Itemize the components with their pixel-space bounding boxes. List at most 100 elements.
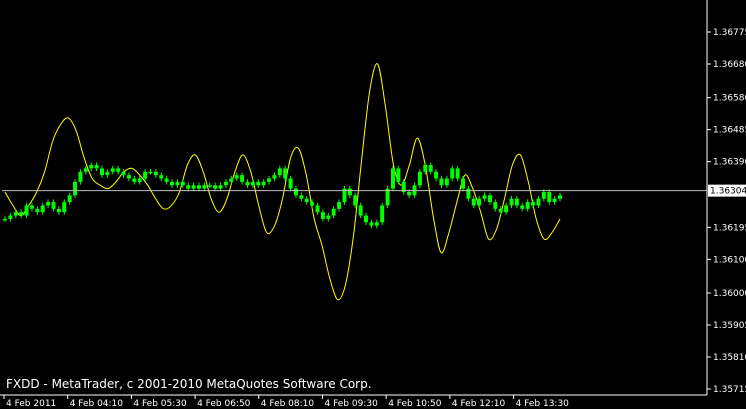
candle-body bbox=[493, 202, 498, 209]
candle-body bbox=[148, 171, 153, 174]
current-price-label: 1.36304 bbox=[710, 187, 746, 197]
candle-body bbox=[364, 215, 369, 223]
x-tick-label: 4 Feb 13:30 bbox=[516, 399, 570, 409]
candle-body bbox=[29, 205, 34, 209]
x-tick-label: 4 Feb 06:50 bbox=[197, 399, 251, 409]
candle-body bbox=[40, 205, 45, 213]
candle-body bbox=[396, 168, 401, 182]
x-tick-label: 4 Feb 2011 bbox=[6, 399, 56, 409]
candle-body bbox=[24, 205, 29, 216]
candle-body bbox=[256, 181, 261, 186]
candle-body bbox=[51, 202, 56, 209]
candle-body bbox=[143, 171, 148, 179]
candle-body bbox=[347, 188, 352, 196]
candle-body bbox=[170, 181, 175, 186]
candle-body bbox=[73, 181, 78, 196]
y-tick-label: 1.36390 bbox=[713, 158, 746, 168]
candle-body bbox=[380, 205, 385, 223]
x-tick-label: 4 Feb 12:10 bbox=[452, 399, 506, 409]
candle-body bbox=[137, 178, 142, 182]
candle-body bbox=[504, 205, 509, 213]
candle-body bbox=[153, 171, 158, 176]
y-tick-label: 1.36195 bbox=[713, 223, 746, 233]
y-tick-label: 1.36485 bbox=[713, 126, 746, 136]
candle-body bbox=[477, 198, 482, 206]
candle-body bbox=[245, 181, 250, 186]
x-tick-label: 4 Feb 04:10 bbox=[70, 399, 124, 409]
candle-body bbox=[8, 215, 13, 219]
candle-body bbox=[19, 212, 24, 216]
y-tick-label: 1.36000 bbox=[713, 289, 746, 299]
candle-body bbox=[531, 202, 536, 206]
candle-body bbox=[196, 185, 201, 189]
candle-body bbox=[110, 168, 115, 172]
candle-body bbox=[78, 171, 83, 182]
candle-body bbox=[444, 178, 449, 186]
candle-body bbox=[417, 171, 422, 186]
candle-body bbox=[121, 171, 126, 176]
candle-body bbox=[240, 175, 245, 182]
candle-body bbox=[471, 198, 476, 206]
candle-body bbox=[558, 195, 562, 199]
candle-body bbox=[288, 178, 293, 189]
y-tick-label: 1.36580 bbox=[713, 94, 746, 104]
candle-body bbox=[407, 191, 412, 196]
candle-body bbox=[374, 222, 379, 226]
chart-plot[interactable]: 1.36775 1.36680 1.36580 1.36485 1.36390 1.361… bbox=[0, 0, 746, 409]
candle-body bbox=[207, 185, 212, 187]
candle-body bbox=[229, 178, 234, 182]
copyright-text: FXDD - MetaTrader, c 2001-2010 MetaQuote… bbox=[6, 377, 372, 391]
candle-body bbox=[315, 205, 320, 213]
candle-body bbox=[175, 181, 180, 186]
candle-body bbox=[310, 202, 315, 206]
candle-body bbox=[423, 165, 428, 172]
candle-body bbox=[180, 181, 185, 186]
candle-body bbox=[536, 198, 541, 206]
axis-layer: 1.36775 1.36680 1.36580 1.36485 1.36390 1.361… bbox=[0, 0, 746, 409]
candle-body bbox=[439, 178, 444, 186]
candle-body bbox=[159, 175, 164, 179]
candle-body bbox=[62, 202, 67, 213]
candle-body bbox=[455, 168, 460, 179]
candle-body bbox=[3, 218, 7, 221]
candle-body bbox=[267, 178, 272, 182]
oscillator-layer bbox=[4, 63, 561, 301]
candle-body bbox=[547, 191, 552, 203]
candle-body bbox=[272, 175, 277, 179]
candle-body bbox=[498, 208, 503, 213]
x-tick-label: 4 Feb 10:50 bbox=[388, 399, 442, 409]
candle-body bbox=[331, 208, 336, 216]
candle-body bbox=[35, 208, 40, 213]
candle-body bbox=[552, 198, 557, 203]
candle-body bbox=[509, 198, 514, 206]
oscillator-series-line bbox=[4, 63, 561, 301]
candle-body bbox=[283, 168, 288, 179]
candle-body bbox=[461, 178, 466, 189]
candle-body bbox=[83, 168, 88, 172]
candle-body bbox=[132, 178, 137, 182]
candle-body bbox=[520, 205, 525, 209]
y-tick-label: 1.36680 bbox=[713, 60, 746, 70]
y-tick-label: 1.35715 bbox=[713, 385, 746, 395]
candle-body bbox=[94, 165, 99, 169]
candle-body bbox=[337, 202, 342, 209]
candle-body bbox=[369, 222, 374, 226]
candle-body bbox=[434, 171, 439, 179]
x-tick-label: 4 Feb 05:30 bbox=[133, 399, 187, 409]
candle-body bbox=[116, 168, 121, 172]
candle-body bbox=[358, 205, 363, 216]
candle-body bbox=[514, 198, 519, 206]
candle-body bbox=[67, 195, 72, 203]
y-tick-label: 1.35810 bbox=[713, 353, 746, 363]
candle-body bbox=[223, 181, 228, 186]
candle-body bbox=[213, 185, 218, 189]
candle-body bbox=[202, 185, 207, 189]
candle-body bbox=[186, 185, 191, 189]
candle-body bbox=[105, 171, 110, 176]
candle-body bbox=[466, 188, 471, 199]
candle-body bbox=[450, 168, 455, 179]
candle-body bbox=[299, 195, 304, 199]
chart-window[interactable]: 1.36775 1.36680 1.36580 1.36485 1.36390 1.361… bbox=[0, 0, 746, 409]
candle-body bbox=[13, 212, 18, 216]
candle-body bbox=[428, 165, 433, 172]
